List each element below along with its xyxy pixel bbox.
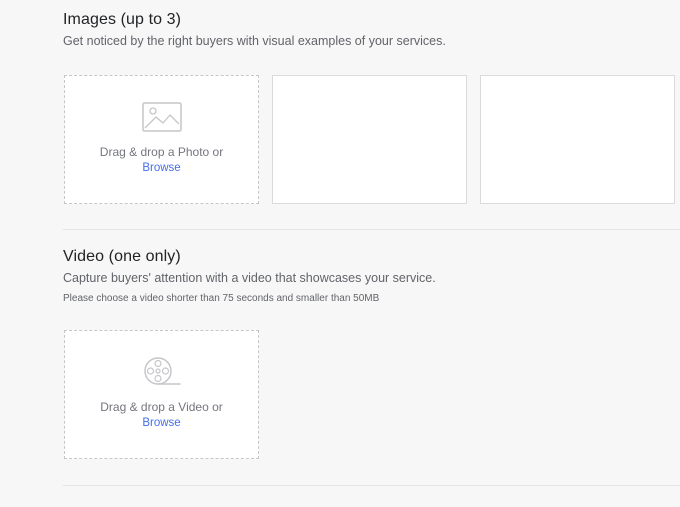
image-tiles: Drag & drop a Photo or Browse: [64, 75, 675, 204]
images-section-title: Images (up to 3): [63, 11, 182, 28]
video-section: Video (one only) Capture buyers' attenti…: [63, 247, 436, 305]
video-browse-link[interactable]: Browse: [142, 415, 180, 431]
video-dropzone-prompt: Drag & drop a Video or: [100, 400, 223, 414]
image-placeholder-icon: [141, 100, 182, 134]
image-dropzone-prompt: Drag & drop a Photo or: [99, 145, 224, 159]
film-reel-icon: [142, 355, 182, 389]
images-section: Images (up to 3) Get noticed by the righ…: [63, 10, 446, 49]
video-size-note: Please choose a video shorter than 75 se…: [63, 293, 380, 304]
image-slot-2[interactable]: [272, 75, 467, 204]
video-section-title: Video (one only): [63, 248, 181, 265]
images-section-description: Get noticed by the right buyers with vis…: [63, 34, 446, 48]
video-section-description: Capture buyers' attention with a video t…: [63, 271, 436, 285]
image-browse-link[interactable]: Browse: [142, 160, 180, 176]
gallery-page: Images (up to 3) Get noticed by the righ…: [0, 0, 680, 507]
video-tiles: Drag & drop a Video or Browse: [64, 330, 259, 459]
video-dropzone[interactable]: Drag & drop a Video or Browse: [64, 330, 259, 459]
section-divider-2: [63, 485, 680, 486]
section-divider: [63, 229, 680, 230]
image-slot-3[interactable]: [480, 75, 675, 204]
image-dropzone[interactable]: Drag & drop a Photo or Browse: [64, 75, 259, 204]
